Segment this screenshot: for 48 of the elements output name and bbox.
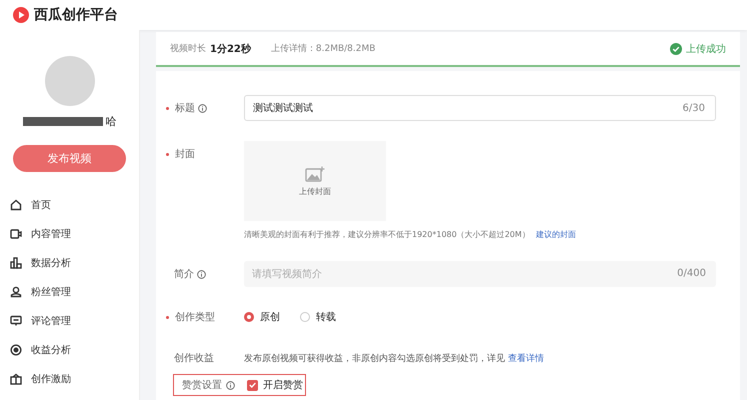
comment-icon [10,314,22,326]
gift-box-icon [10,372,22,384]
field-label: 封面 [175,148,195,161]
suggested-cover-link[interactable]: 建议的封面 [536,229,576,240]
char-count: 6/30 [682,102,705,114]
sidebar-item[interactable]: 收益分析 [0,335,139,364]
coin-icon [10,344,22,356]
home-icon [10,198,22,210]
info-icon [226,380,235,390]
field-label: 创作类型 [175,310,215,324]
sidebar-item[interactable]: 数据分析 [0,248,139,277]
sidebar-item[interactable]: 评论管理 [0,306,139,335]
logo-text: 西瓜创作平台 [34,6,118,24]
success-check-icon [670,42,682,54]
info-icon [197,270,206,278]
avatar-placeholder [44,56,94,106]
upload-success-text: 上传成功 [686,42,726,56]
field-label: 创作收益 [174,352,214,365]
duration-label: 视频时长 [170,42,206,55]
title-input[interactable]: 测试测试测试 6/30 [244,95,716,121]
required-mark [166,152,169,156]
reward-checkbox[interactable]: 开启赞赏 [247,378,303,392]
add-image-icon [305,166,325,182]
cover-hint: 清晰美观的封面有利于推荐，建议分辨率不低于1920*1080（大小不超过20M） [244,229,530,240]
sidebar-item[interactable]: 内容管理 [0,219,139,248]
earnings-text: 发布原创视频可获得收益，非原创内容勾选原创将受到处罚，详见 [244,352,505,364]
required-mark [166,106,169,110]
upload-cover-text: 上传封面 [299,186,331,196]
info-icon [198,104,207,112]
view-details-link[interactable]: 查看详情 [508,352,544,364]
field-label: 标题 [175,102,195,115]
logo-icon [12,6,30,24]
radio-option[interactable]: 转载 [300,310,336,324]
sidebar-item[interactable]: 首页 [0,190,139,219]
upload-detail: 上传详情：8.2MB/8.2MB [270,42,376,55]
field-label: 简介 [174,268,194,281]
required-mark [166,316,169,318]
cover-upload-area[interactable]: 上传封面 [244,141,386,221]
field-label: 赞赏设置 [182,378,222,392]
username: 哈 [106,114,116,129]
video-camera-icon [10,228,22,240]
radio-option[interactable]: 原创 [244,310,280,324]
duration-value: 1分22秒 [210,42,251,56]
sidebar-item[interactable]: 粉丝管理 [0,277,139,306]
sidebar-item[interactable]: 创作激励 [0,364,139,393]
char-count: 0/400 [677,268,706,279]
bar-chart-icon [10,256,22,268]
user-icon [10,286,22,298]
